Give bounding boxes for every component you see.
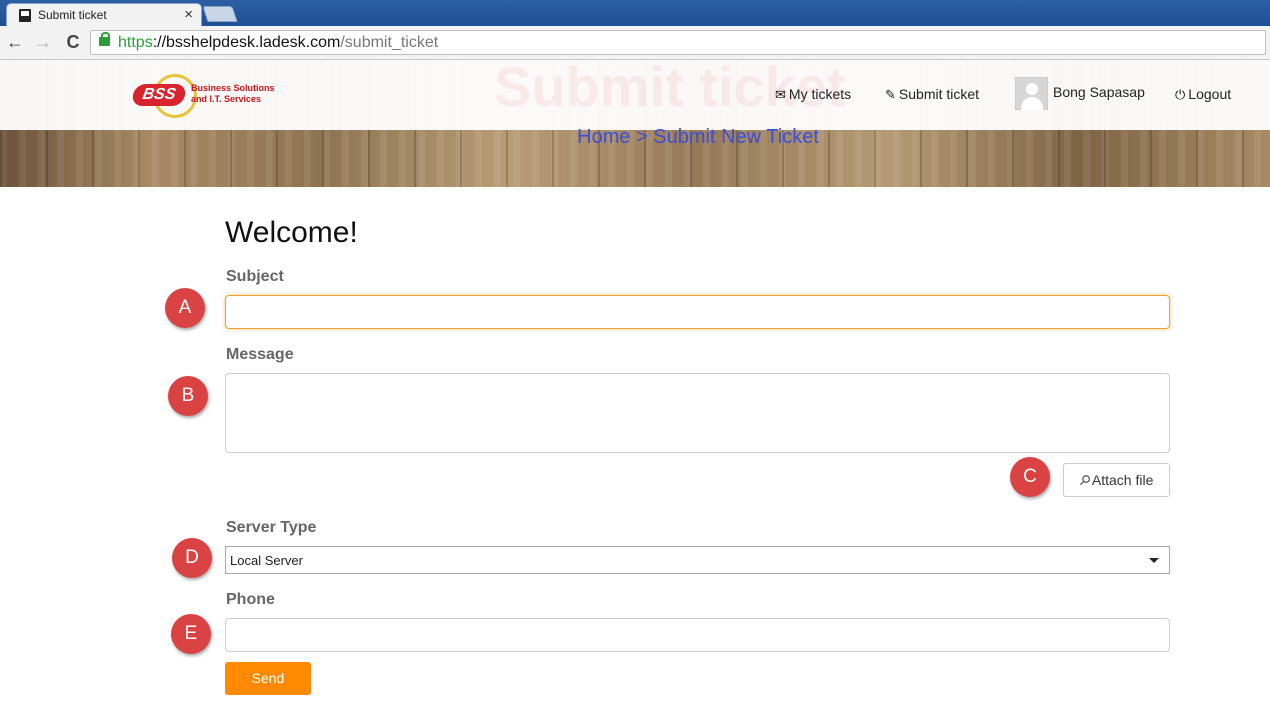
nav-my-tickets-label: My tickets xyxy=(788,86,852,102)
url-text: https://bsshelpdesk.ladesk.com/submit_ti… xyxy=(118,34,438,52)
site-navbar: Submit ticket BSS Business Solutions and … xyxy=(0,55,1270,130)
company-logo[interactable]: BSS Business Solutions and I.T. Services xyxy=(131,72,275,120)
breadcrumb[interactable]: Home > Submit New Ticket xyxy=(0,126,1270,149)
address-bar[interactable]: https://bsshelpdesk.ladesk.com/submit_ti… xyxy=(90,30,1266,55)
send-button[interactable]: Send xyxy=(225,662,311,695)
url-separator: :// xyxy=(152,34,167,51)
annotation-badge-c: C xyxy=(1010,457,1050,497)
message-label: Message xyxy=(226,346,294,363)
nav-logout[interactable]: ⏻ Logout xyxy=(1175,86,1231,103)
subject-label: Subject xyxy=(226,268,284,285)
annotation-badge-b: B xyxy=(168,376,208,416)
browser-tab[interactable]: Submit ticket × xyxy=(6,3,202,27)
annotation-badge-e: E xyxy=(171,614,211,654)
logo-company-name: Business Solutions and I.T. Services xyxy=(191,83,275,105)
subject-input[interactable] xyxy=(225,295,1170,329)
server-type-label: Server Type xyxy=(226,519,317,536)
attach-file-label: Attach file xyxy=(1091,472,1154,488)
nav-user-profile[interactable]: Bong Sapasap xyxy=(1015,77,1145,110)
url-host: bsshelpdesk.ladesk.com xyxy=(166,34,341,51)
forward-arrow-icon[interactable]: → xyxy=(32,31,54,53)
nav-submit-ticket-label: Submit ticket xyxy=(898,86,980,102)
chevron-down-icon xyxy=(1149,558,1159,563)
new-tab-button[interactable] xyxy=(202,6,238,22)
logo-mark: BSS xyxy=(131,84,187,106)
envelope-icon: ✉ xyxy=(775,87,786,102)
edit-icon: ✎ xyxy=(885,87,896,102)
page-title: Welcome! xyxy=(225,216,358,249)
back-arrow-icon[interactable]: ← xyxy=(4,31,26,53)
attach-file-button[interactable]: ⚲Attach file xyxy=(1063,463,1170,497)
user-name: Bong Sapasap xyxy=(1053,84,1145,101)
nav-submit-ticket[interactable]: ✎ Submit ticket xyxy=(885,86,979,103)
logo-line-2: and I.T. Services xyxy=(191,94,262,104)
url-scheme: https xyxy=(118,34,153,51)
tab-close-icon[interactable]: × xyxy=(184,6,193,23)
annotation-badge-d: D xyxy=(172,538,212,578)
server-type-selected-value: Local Server xyxy=(230,553,303,568)
tab-title: Submit ticket xyxy=(38,8,107,22)
power-icon: ⏻ xyxy=(1175,87,1186,102)
phone-input[interactable] xyxy=(225,618,1170,652)
page-favicon-icon xyxy=(19,9,31,22)
message-textarea[interactable] xyxy=(225,373,1170,453)
avatar xyxy=(1015,77,1048,110)
server-type-select[interactable]: Local Server xyxy=(225,546,1170,574)
reload-icon[interactable]: C xyxy=(62,31,84,53)
nav-logout-label: Logout xyxy=(1188,86,1232,102)
logo-line-1: Business Solutions xyxy=(191,83,275,93)
annotation-badge-a: A xyxy=(165,288,205,328)
nav-my-tickets[interactable]: ✉ My tickets xyxy=(775,86,851,103)
url-path: /submit_ticket xyxy=(340,34,439,51)
phone-label: Phone xyxy=(226,591,275,608)
page-hero-banner: Submit ticket BSS Business Solutions and … xyxy=(0,55,1270,187)
browser-tabstrip: Submit ticket × xyxy=(0,0,1270,27)
secure-lock-icon xyxy=(99,32,110,46)
